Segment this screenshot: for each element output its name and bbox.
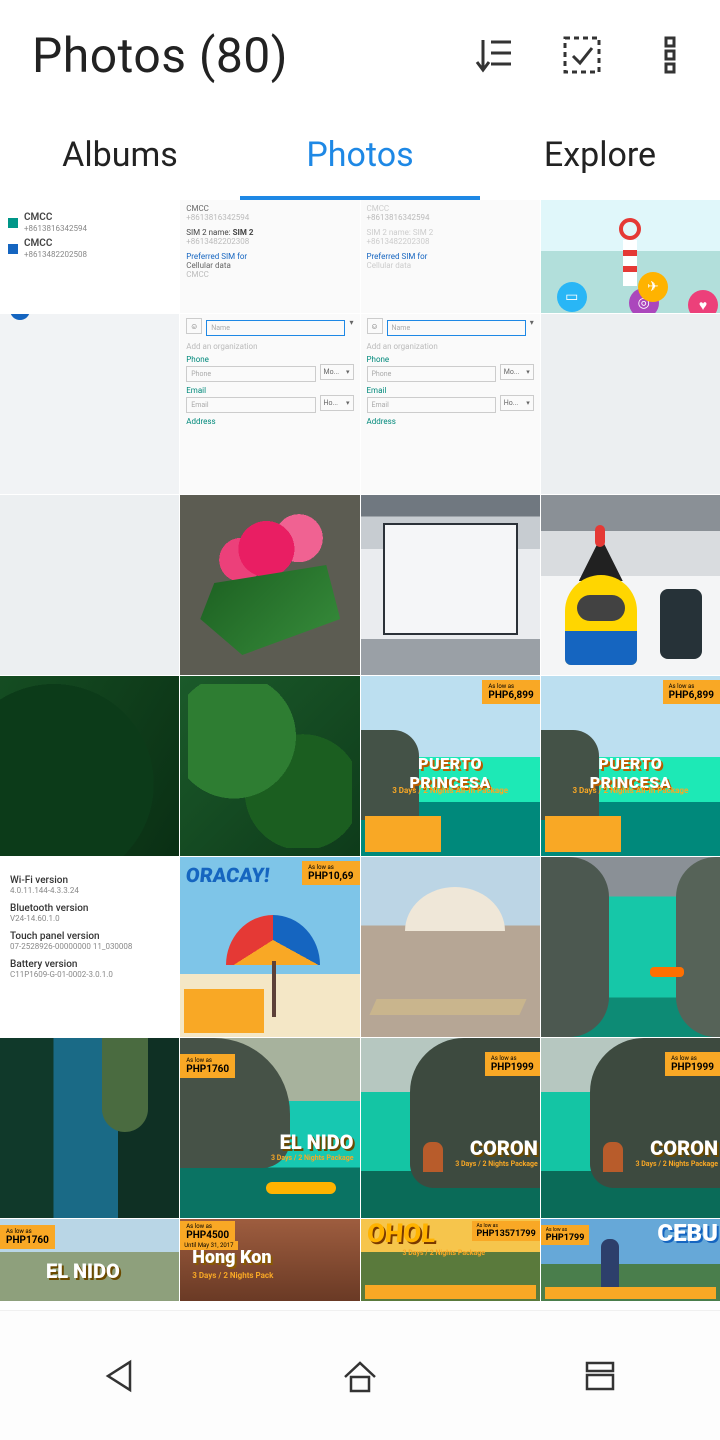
photo-thumb[interactable]: As low asPHP1760 EL NIDO 3 Days / 2 Nigh…: [180, 1038, 359, 1218]
photo-thumb[interactable]: [541, 314, 720, 494]
tab-explore[interactable]: Explore: [480, 110, 720, 200]
photo-thumb[interactable]: [0, 314, 179, 494]
photo-thumb[interactable]: CMCC+8613816342594 CMCC+8613482202508: [0, 200, 179, 313]
photo-thumb[interactable]: Wi-Fi version4.0.11.144-4.3.3.24 Bluetoo…: [0, 857, 179, 1037]
photo-thumb[interactable]: As low asPHP1999 CORON 3 Days / 2 Nights…: [361, 1038, 540, 1218]
photo-thumb[interactable]: As low asPHP6,899 PUERTOPRINCESA 3 Days …: [541, 676, 720, 856]
tab-albums[interactable]: Albums: [0, 110, 240, 200]
app-header: Photos (80): [0, 0, 720, 110]
photo-thumb[interactable]: ☺Name▾ Add an organization Phone PhoneMo…: [180, 314, 359, 494]
photo-thumb[interactable]: ☺Name▾ Add an organization Phone PhoneMo…: [361, 314, 540, 494]
photo-thumb[interactable]: CMCC +8613816342594 SIM 2 name: SIM 2 +8…: [180, 200, 359, 313]
photo-thumb[interactable]: [541, 495, 720, 675]
photo-thumb[interactable]: [180, 495, 359, 675]
photo-thumb[interactable]: [361, 857, 540, 1037]
photo-thumb[interactable]: [0, 676, 179, 856]
photo-thumb[interactable]: [541, 857, 720, 1037]
tab-bar: Albums Photos Explore: [0, 110, 720, 200]
photo-thumb[interactable]: As low asPHP1760 EL NIDO: [0, 1219, 179, 1301]
recent-icon[interactable]: [574, 1350, 626, 1402]
back-icon[interactable]: [94, 1350, 146, 1402]
photo-thumb[interactable]: As low asPHP6,899 PUERTOPRINCESA 3 Days …: [361, 676, 540, 856]
select-icon[interactable]: [560, 33, 604, 77]
photo-thumb[interactable]: [180, 676, 359, 856]
photo-thumb[interactable]: [0, 1038, 179, 1218]
sort-icon[interactable]: [472, 33, 516, 77]
home-icon[interactable]: [334, 1350, 386, 1402]
more-icon[interactable]: [648, 33, 692, 77]
tab-photos[interactable]: Photos: [240, 110, 480, 200]
photo-thumb[interactable]: ORACAY! As low asPHP10,69: [180, 857, 359, 1037]
photo-thumb[interactable]: [0, 495, 179, 675]
photo-thumb[interactable]: ▭◎✈♥: [541, 200, 720, 313]
system-nav-bar: [0, 1310, 720, 1440]
photo-thumb[interactable]: As low asPHP4500 Until May 31, 2017 Hong…: [180, 1219, 359, 1301]
photo-grid: CMCC+8613816342594 CMCC+8613482202508 CM…: [0, 200, 720, 1308]
photo-thumb[interactable]: OHOL 3 Days / 2 Nights Package As low as…: [361, 1219, 540, 1301]
photo-thumb[interactable]: [361, 495, 540, 675]
page-title: Photos (80): [32, 27, 428, 84]
photo-thumb[interactable]: As low asPHP1799 CEBU: [541, 1219, 720, 1301]
photo-thumb[interactable]: As low asPHP1999 CORON 3 Days / 2 Nights…: [541, 1038, 720, 1218]
photo-thumb[interactable]: CMCC +8613816342594 SIM 2 name: SIM 2 +8…: [361, 200, 540, 313]
